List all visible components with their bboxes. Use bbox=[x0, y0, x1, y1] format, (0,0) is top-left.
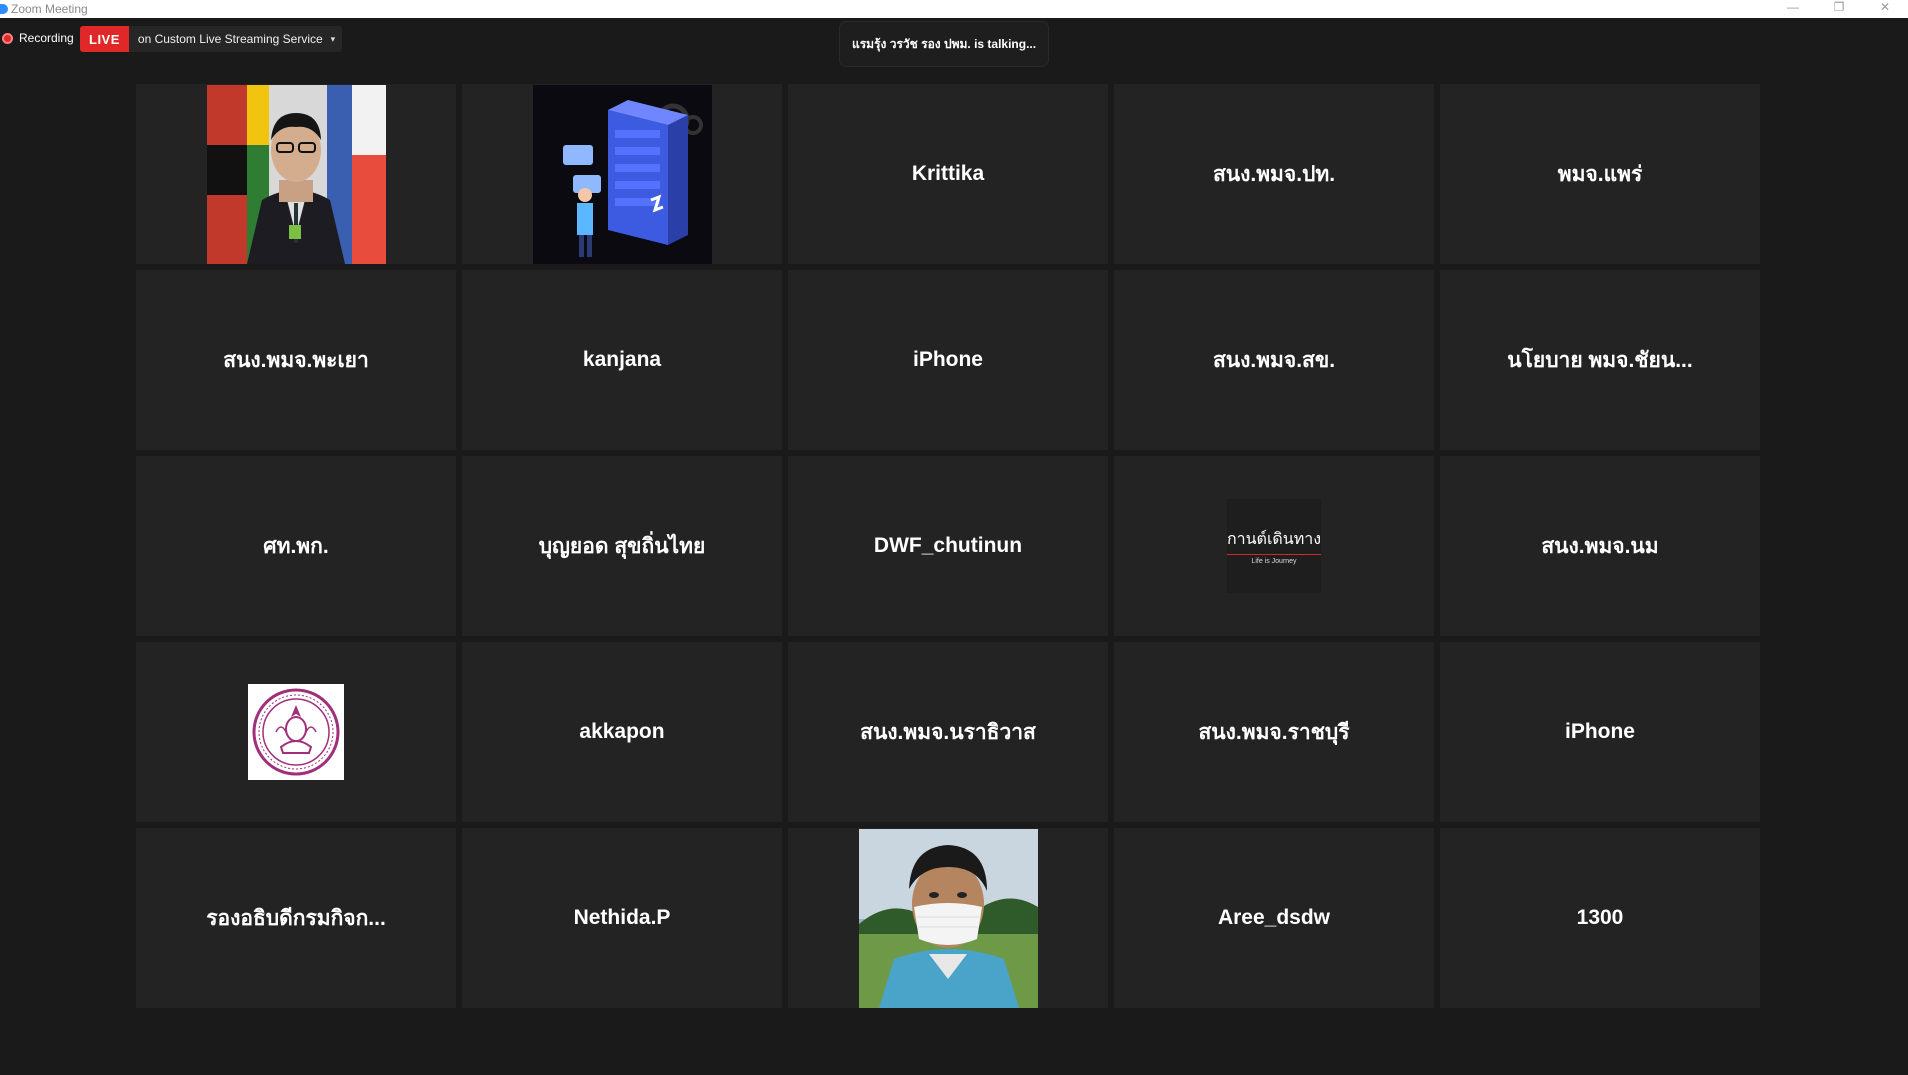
participant-tile[interactable]: สนง.พมจ.นม bbox=[1440, 456, 1760, 636]
participant-photo bbox=[858, 828, 1038, 1008]
participant-photo bbox=[206, 84, 386, 264]
participant-tile[interactable]: iPhone bbox=[788, 270, 1108, 450]
live-badge: LIVE bbox=[80, 26, 129, 52]
participant-name: iPhone bbox=[912, 348, 983, 371]
participant-name: สนง.พมจ.ราชบุรี bbox=[1198, 720, 1350, 744]
brand-logo: กานต์เดินทาง Life is Journey bbox=[1226, 499, 1322, 593]
participant-name: ศท.พก. bbox=[263, 534, 329, 558]
participant-name: Aree_dsdw bbox=[1217, 906, 1331, 929]
participant-name: สนง.พมจ.พะเยา bbox=[223, 348, 369, 372]
window-titlebar: Zoom Meeting — ❐ ✕ bbox=[0, 0, 1908, 18]
participant-tile[interactable]: ศท.พก. bbox=[136, 456, 456, 636]
participant-name: พมจ.แพร่ bbox=[1557, 162, 1643, 186]
brand-logo-tagline: Life is Journey bbox=[1251, 558, 1297, 565]
live-stream-menu[interactable]: LIVE on Custom Live Streaming Service ▾ bbox=[80, 26, 343, 52]
participant-tile[interactable] bbox=[136, 84, 456, 264]
server-illustration-image bbox=[562, 99, 703, 257]
participant-name: สนง.พมจ.ปท. bbox=[1212, 162, 1336, 186]
window-title: Zoom Meeting bbox=[11, 2, 88, 16]
record-dot-icon bbox=[2, 32, 13, 44]
participant-name: akkapon bbox=[579, 720, 665, 743]
restore-button[interactable]: ❐ bbox=[1816, 0, 1862, 14]
recording-indicator[interactable]: Recording bbox=[2, 30, 74, 46]
participant-tile[interactable]: สนง.พมจ.พะเยา bbox=[136, 270, 456, 450]
participant-name: สนง.พมจ.สข. bbox=[1212, 348, 1336, 372]
participant-tile[interactable]: DWF_chutinun bbox=[788, 456, 1108, 636]
emblem-seal bbox=[248, 684, 344, 780]
window-controls: — ❐ ✕ bbox=[1770, 0, 1908, 18]
participant-tile[interactable]: iPhone bbox=[1440, 642, 1760, 822]
participant-tile[interactable]: สนง.พมจ.นราธิวาส bbox=[788, 642, 1108, 822]
close-button[interactable]: ✕ bbox=[1862, 0, 1908, 14]
participant-name: Krittika bbox=[911, 162, 985, 185]
minimize-button[interactable]: — bbox=[1770, 0, 1816, 14]
live-service-label: on Custom Live Streaming Service bbox=[137, 32, 323, 46]
participant-name: สนง.พมจ.นม bbox=[1541, 534, 1659, 558]
participant-name: iPhone bbox=[1564, 720, 1635, 743]
person-photo-mask-image bbox=[858, 828, 1038, 1008]
active-speaker-text: แรมรุ้ง วรวัช รอง ปพม. is talking... bbox=[852, 36, 1037, 51]
participant-tile[interactable]: กานต์เดินทาง Life is Journey bbox=[1114, 456, 1434, 636]
participant-tile[interactable] bbox=[788, 828, 1108, 1008]
participant-tile[interactable]: Krittika bbox=[788, 84, 1108, 264]
participant-name: นโยบาย พมจ.ชัยน... bbox=[1507, 348, 1693, 372]
participant-tile[interactable]: akkapon bbox=[462, 642, 782, 822]
brand-logo-title: กานต์เดินทาง bbox=[1226, 527, 1322, 555]
participant-photo bbox=[532, 84, 712, 264]
zoom-app-icon bbox=[0, 4, 8, 14]
chevron-down-icon[interactable]: ▾ bbox=[331, 26, 343, 52]
participant-tile[interactable]: kanjana bbox=[462, 270, 782, 450]
participant-tile[interactable]: พมจ.แพร่ bbox=[1440, 84, 1760, 264]
participant-tile[interactable] bbox=[136, 642, 456, 822]
participant-tile[interactable]: 1300 bbox=[1440, 828, 1760, 1008]
participant-tile[interactable]: รองอธิบดีกรมกิจก... bbox=[136, 828, 456, 1008]
active-speaker-banner: แรมรุ้ง วรวัช รอง ปพม. is talking... bbox=[840, 22, 1049, 66]
participant-tile[interactable]: สนง.พมจ.สข. bbox=[1114, 270, 1434, 450]
participant-tile[interactable]: นโยบาย พมจ.ชัยน... bbox=[1440, 270, 1760, 450]
participant-tile[interactable] bbox=[462, 84, 782, 264]
participant-name: สนง.พมจ.นราธิวาส bbox=[860, 720, 1036, 744]
person-photo-flags-image bbox=[206, 84, 386, 264]
gallery-grid: Krittika สนง.พมจ.ปท. พมจ.แพร่ สนง.พมจ.พะ… bbox=[136, 84, 1762, 1008]
recording-label: Recording bbox=[19, 31, 74, 45]
participant-tile[interactable]: Nethida.P bbox=[462, 828, 782, 1008]
participant-name: 1300 bbox=[1576, 906, 1624, 929]
meeting-topbar: Recording LIVE on Custom Live Streaming … bbox=[0, 18, 1908, 82]
participant-name: DWF_chutinun bbox=[873, 534, 1023, 557]
participant-tile[interactable]: Aree_dsdw bbox=[1114, 828, 1434, 1008]
participant-tile[interactable]: บุญยอด สุขถิ่นไทย bbox=[462, 456, 782, 636]
participant-tile[interactable]: สนง.พมจ.ราชบุรี bbox=[1114, 642, 1434, 822]
participant-name: รองอธิบดีกรมกิจก... bbox=[206, 906, 386, 930]
participant-tile[interactable]: สนง.พมจ.ปท. bbox=[1114, 84, 1434, 264]
emblem-seal-image bbox=[252, 688, 340, 776]
participant-name: บุญยอด สุขถิ่นไทย bbox=[538, 534, 706, 558]
participant-name: Nethida.P bbox=[573, 906, 671, 929]
participant-name: kanjana bbox=[582, 348, 662, 371]
